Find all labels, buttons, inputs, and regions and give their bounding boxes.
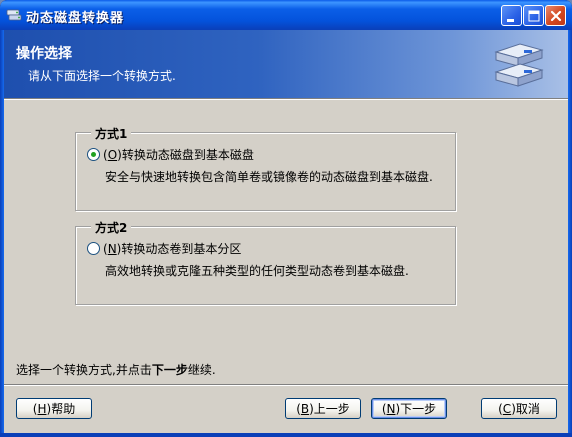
back-button[interactable]: (B)上一步 (285, 398, 361, 419)
footer-separator (4, 384, 568, 386)
option2-description: 高效地转换或克隆五种类型的任何类型动态卷到基本磁盘. (105, 264, 409, 278)
disk-drives-icon (494, 43, 544, 87)
title-bar[interactable]: 动态磁盘转换器 (0, 0, 572, 30)
wizard-header: 操作选择 请从下面选择一个转换方式. (4, 30, 568, 98)
option1-label: (O)转换动态磁盘到基本磁盘 (103, 148, 254, 162)
maximize-button[interactable] (523, 5, 544, 26)
minimize-button[interactable] (501, 5, 522, 26)
option2-radio[interactable]: (N)转换动态卷到基本分区 (87, 240, 241, 257)
page-title: 操作选择 (16, 46, 72, 62)
dialog-window: 动态磁盘转换器 操作选择 请从下面选择一个转换方式. 方式1 (O)转换动态磁盘… (0, 0, 572, 437)
instruction-text: 选择一个转换方式,并点击下一步继续. (16, 363, 216, 377)
option2-radio-button[interactable] (87, 242, 100, 255)
option2-label: (N)转换动态卷到基本分区 (103, 242, 242, 256)
window-title: 动态磁盘转换器 (26, 11, 125, 26)
option1-radio-button[interactable] (87, 148, 100, 161)
window-frame-right (568, 30, 572, 437)
close-button[interactable] (545, 5, 566, 26)
help-button[interactable]: (H)帮助 (16, 398, 92, 419)
header-separator (4, 98, 568, 100)
option1-group: 方式1 (O)转换动态磁盘到基本磁盘 安全与快速地转换包含简单卷或镜像卷的动态磁… (75, 125, 456, 211)
option1-radio[interactable]: (O)转换动态磁盘到基本磁盘 (87, 146, 254, 163)
next-button[interactable]: (N)下一步 (371, 398, 447, 419)
option2-legend: 方式2 (91, 219, 132, 236)
page-subtitle: 请从下面选择一个转换方式. (28, 69, 176, 83)
option1-legend: 方式1 (91, 125, 132, 142)
option1-description: 安全与快速地转换包含简单卷或镜像卷的动态磁盘到基本磁盘. (105, 170, 433, 184)
maximize-icon (528, 10, 540, 22)
dialog-client-area: 操作选择 请从下面选择一个转换方式. 方式1 (O)转换动态磁盘到基本磁盘 安全… (4, 30, 568, 433)
window-frame-bottom (0, 433, 572, 437)
cancel-button[interactable]: (C)取消 (481, 398, 557, 419)
minimize-icon (507, 19, 514, 22)
option2-group: 方式2 (N)转换动态卷到基本分区 高效地转换或克隆五种类型的任何类型动态卷到基… (75, 219, 456, 305)
close-icon (550, 10, 562, 22)
disk-converter-icon (6, 9, 22, 21)
